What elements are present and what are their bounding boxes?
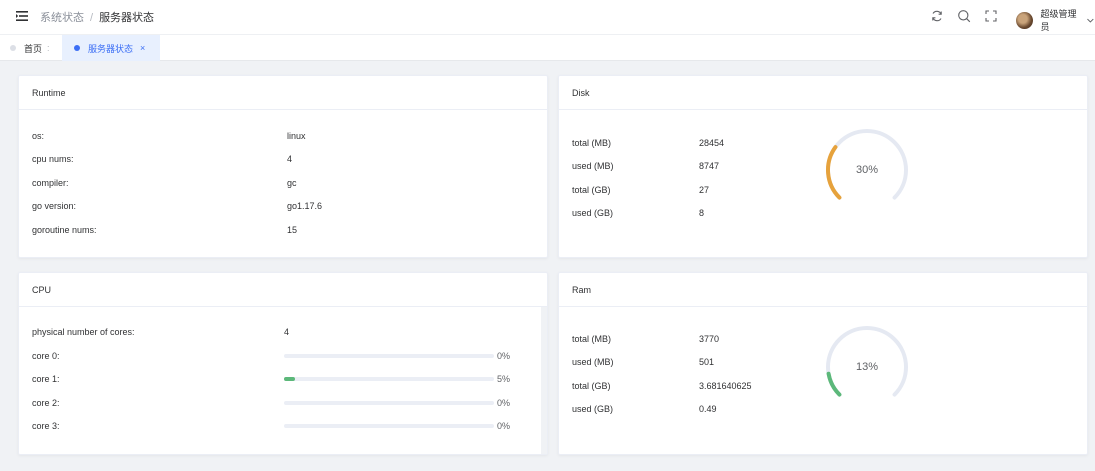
tab-status-dot xyxy=(10,45,16,51)
ram-label: used (MB) xyxy=(572,357,614,367)
disk-value: 8 xyxy=(699,208,705,218)
tab-suffix: : xyxy=(47,43,50,53)
breadcrumb-separator: / xyxy=(90,12,94,24)
fullscreen-icon[interactable] xyxy=(984,9,998,23)
core-progress-track xyxy=(284,424,494,428)
disk-label: used (GB) xyxy=(572,208,614,218)
ram-value: 0.49 xyxy=(699,404,717,414)
core-progress-track xyxy=(284,377,494,381)
runtime-card: Runtime os: linux cpu nums: 4 compiler: … xyxy=(18,75,548,258)
card-title: Disk xyxy=(559,76,1087,110)
runtime-value: 4 xyxy=(287,154,293,164)
ram-value: 3770 xyxy=(699,334,720,344)
runtime-label: goroutine nums: xyxy=(32,225,97,235)
tags-view-bar: 首页 : 服务器状态 × xyxy=(0,35,1095,61)
breadcrumb-item-system-status[interactable]: 系统状态 xyxy=(40,12,84,24)
menu-fold-icon[interactable] xyxy=(16,10,28,22)
core-label: core 1: xyxy=(32,374,60,384)
tab-home[interactable]: 首页 : xyxy=(0,35,62,61)
ram-card: Ram total (MB) 3770 used (MB) 501 total … xyxy=(558,272,1088,455)
tab-active-dot xyxy=(74,45,80,51)
core-percent: 5% xyxy=(497,374,511,384)
runtime-value: 15 xyxy=(287,225,298,235)
ram-label: used (GB) xyxy=(572,404,614,414)
ram-value: 501 xyxy=(699,357,715,367)
breadcrumb-item-server-status: 服务器状态 xyxy=(99,12,155,24)
cpu-cores-value: 4 xyxy=(284,327,290,337)
ram-value: 3.681640625 xyxy=(699,381,752,391)
runtime-value: go1.17.6 xyxy=(287,201,323,211)
disk-value: 28454 xyxy=(699,138,725,148)
core-percent: 0% xyxy=(497,398,511,408)
scrollbar[interactable] xyxy=(541,307,547,454)
core-label: core 2: xyxy=(32,398,60,408)
tab-label: 服务器状态 xyxy=(88,43,134,54)
tab-label: 首页 xyxy=(24,43,43,54)
core-label: core 3: xyxy=(32,421,60,431)
core-label: core 0: xyxy=(32,351,60,361)
runtime-label: os: xyxy=(32,131,45,141)
runtime-label: cpu nums: xyxy=(32,154,74,164)
tab-server-status[interactable]: 服务器状态 × xyxy=(62,35,160,61)
user-menu[interactable]: 超级管理员 xyxy=(1016,7,1095,33)
close-icon[interactable]: × xyxy=(140,43,145,53)
ram-label: total (GB) xyxy=(572,381,611,391)
runtime-label: compiler: xyxy=(32,178,69,188)
disk-label: used (MB) xyxy=(572,161,614,171)
card-title: Runtime xyxy=(19,76,547,110)
user-name[interactable]: 超级管理员 xyxy=(1041,7,1085,33)
disk-value: 27 xyxy=(699,185,710,195)
runtime-label: go version: xyxy=(32,201,77,211)
ram-gauge-percent: 13% xyxy=(855,361,879,373)
card-title: Ram xyxy=(559,273,1087,307)
core-percent: 0% xyxy=(497,421,511,431)
runtime-value: linux xyxy=(287,131,306,141)
core-progress-track xyxy=(284,354,494,358)
cpu-cores-label: physical number of cores: xyxy=(32,327,135,337)
disk-gauge-percent: 30% xyxy=(855,164,879,176)
avatar[interactable] xyxy=(1016,11,1033,29)
card-title: CPU xyxy=(19,273,547,307)
core-progress-track xyxy=(284,401,494,405)
refresh-icon[interactable] xyxy=(930,9,944,23)
breadcrumb: 系统状态 / 服务器状态 xyxy=(40,9,154,25)
core-progress-fill xyxy=(284,377,295,381)
disk-label: total (MB) xyxy=(572,138,612,148)
cpu-card: CPU physical number of cores: 4 core 0: … xyxy=(18,272,548,455)
gauge-fill xyxy=(826,371,842,397)
top-bar: 系统状态 / 服务器状态 超级管理员 xyxy=(0,0,1095,35)
core-percent: 0% xyxy=(497,351,511,361)
search-icon[interactable] xyxy=(957,9,971,23)
runtime-value: gc xyxy=(287,178,297,188)
disk-label: total (GB) xyxy=(572,185,611,195)
chevron-down-icon[interactable] xyxy=(1086,16,1095,25)
ram-label: total (MB) xyxy=(572,334,612,344)
disk-card: Disk total (MB) 28454 used (MB) 8747 tot… xyxy=(558,75,1088,258)
disk-value: 8747 xyxy=(699,161,720,171)
